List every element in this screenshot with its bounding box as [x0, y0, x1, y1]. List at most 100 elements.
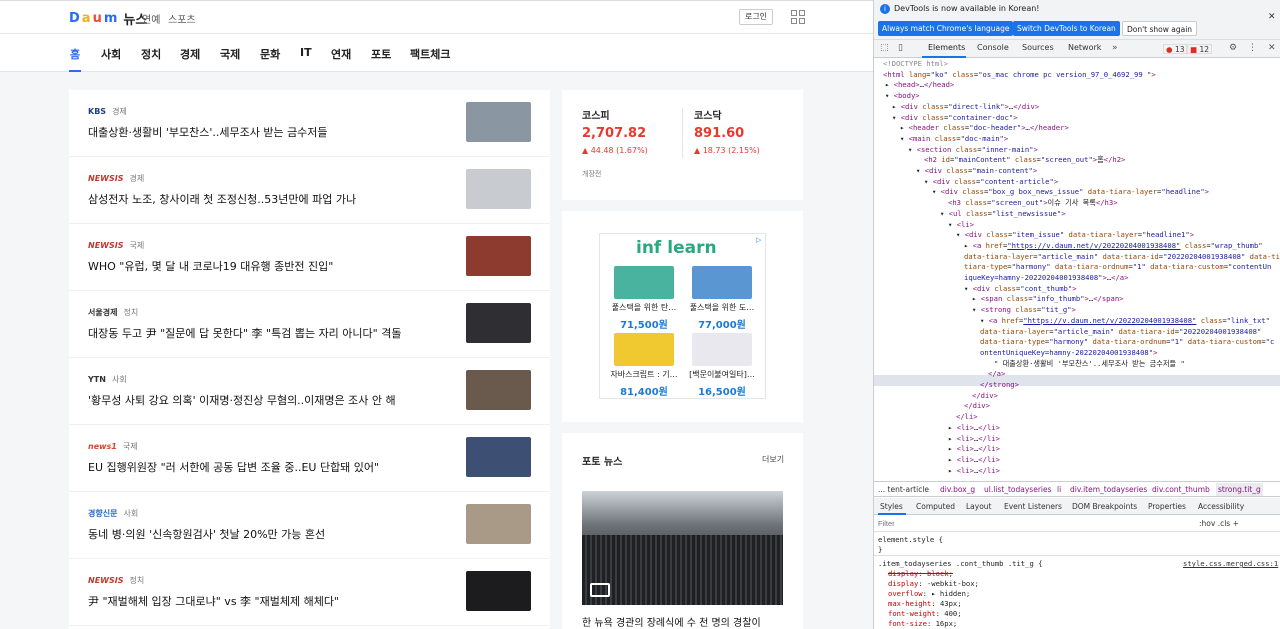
switch-korean-button[interactable]: Switch DevTools to Korean	[1013, 21, 1120, 36]
dom-node[interactable]: ▾ <a href="https://v.daum.net/v/20220204…	[980, 316, 1270, 327]
dom-node[interactable]: ▾ <div class="main-content">	[916, 166, 1037, 177]
news-item[interactable]: NEWSIS 국제 WHO "유럽, 몇 달 내 코로나19 대유행 종반전 진입…	[69, 224, 550, 291]
kosdaq-label[interactable]: 코스닥	[694, 107, 722, 122]
nav-culture[interactable]: 문화	[260, 46, 280, 62]
news-thumbnail[interactable]	[466, 571, 531, 611]
styles-filter-input[interactable]	[878, 519, 1078, 528]
subtab-accessibility[interactable]: Accessibility	[1198, 502, 1244, 511]
news-thumbnail[interactable]	[466, 102, 531, 142]
dom-node[interactable]: ▸ <li>…</li>	[948, 423, 1000, 434]
nav-factcheck[interactable]: 팩트체크	[410, 46, 450, 62]
dom-node[interactable]: data-tiara-layer="article_main" data-tia…	[964, 252, 1280, 263]
news-item[interactable]: news1 국제 EU 집행위원장 "러 서한에 공동 답변 조율 중..EU 단…	[69, 425, 550, 492]
dom-node[interactable]: ▾ <main class="doc-main">	[900, 134, 1008, 145]
news-thumbnail[interactable]	[466, 303, 531, 343]
dom-node[interactable]: ▾ <div class="content-article">	[924, 177, 1058, 188]
dom-node[interactable]: tiara-type="harmony" data-tiara-ordnum="…	[964, 262, 1271, 273]
dom-node[interactable]: </div>	[972, 391, 998, 402]
tab-network[interactable]: Network	[1068, 43, 1101, 52]
css-selector[interactable]: .item_todayseries .cont_thumb .tit_g {	[878, 559, 1042, 569]
dom-node[interactable]: </div>	[964, 401, 990, 412]
crumb[interactable]: ... tent-article	[878, 485, 929, 494]
news-title[interactable]: WHO "유럽, 몇 달 내 코로나19 대유행 종반전 진입"	[88, 258, 333, 274]
subtab-styles[interactable]: Styles	[880, 502, 903, 511]
nav-international[interactable]: 국제	[220, 46, 240, 62]
css-property[interactable]: font-size: 16px;	[888, 619, 957, 629]
close-icon[interactable]: ✕	[1268, 12, 1276, 22]
nav-series[interactable]: 연재	[331, 46, 351, 62]
dom-node[interactable]: ▾ <div class="cont_thumb">	[964, 284, 1077, 295]
nav-society[interactable]: 사회	[101, 46, 121, 62]
inspect-icon[interactable]: ⬚	[880, 43, 889, 53]
css-property[interactable]: display: -webkit-box;	[888, 579, 979, 589]
daum-logo[interactable]: Daum 뉴스	[69, 9, 147, 28]
element-style-rule[interactable]: element.style {	[878, 535, 943, 545]
tab-sources[interactable]: Sources	[1022, 43, 1054, 52]
kebab-menu-icon[interactable]: ⋮	[1248, 43, 1257, 53]
crumb[interactable]: div.box_g	[940, 485, 975, 494]
dom-node[interactable]: <h2 id="mainContent" class="screen_out">…	[924, 155, 1125, 166]
dom-node[interactable]: iqueKey=hamny-20220204001938408">…</a>	[964, 273, 1128, 284]
css-source-link[interactable]: style.css.merged.css:1	[1183, 559, 1278, 569]
dom-node[interactable]: ▸ <span class="info_thumb">…</span>	[972, 294, 1123, 305]
news-item[interactable]: YTN 사회 '황무성 사퇴 강요 의혹' 이재명·정진상 무혐의..이재명은 조…	[69, 358, 550, 425]
dom-node[interactable]: ▾ <strong class="tit_g">	[972, 305, 1076, 316]
ad-choices-icon[interactable]: ▷	[756, 236, 764, 244]
news-item[interactable]: NEWSIS 경제 삼성전자 노조, 창사이래 첫 조정신청..53년만에 파업 …	[69, 157, 550, 224]
dom-node[interactable]: ▸ <div class="direct-link">…</div>	[892, 102, 1039, 113]
dom-node[interactable]: ▾ <section class="inner-main">	[908, 145, 1038, 156]
crumb[interactable]: div.item_todayseries	[1070, 485, 1147, 494]
dom-node[interactable]: ▸ <head>…</head>	[885, 80, 954, 91]
close-devtools-icon[interactable]: ✕	[1268, 43, 1276, 53]
dom-node[interactable]: ▾ <div class="item_issue" data-tiara-lay…	[956, 230, 1194, 241]
ad-item[interactable]: [백문이불여일타]… 16,500원	[684, 333, 760, 398]
news-item[interactable]: 경향신문 사회 동네 병·의원 '신속항원검사' 첫날 20%만 가능 혼선	[69, 492, 550, 559]
subtab-event-listeners[interactable]: Event Listeners	[1004, 502, 1062, 511]
dom-node[interactable]: <h3 class="screen_out">이슈 기사 목록</h3>	[948, 198, 1118, 209]
news-item[interactable]: KBS 경제 대출상환·생활비 '부모찬스'..세무조사 받는 금수저들	[69, 90, 550, 157]
news-thumbnail[interactable]	[466, 236, 531, 276]
error-count-badge[interactable]: ● 13	[1163, 44, 1188, 54]
dom-tree[interactable]: <!DOCTYPE html> <html lang="ko" class="o…	[874, 59, 1280, 480]
news-title[interactable]: 尹 "재벌해체 입장 그대로냐" vs 李 "재벌체제 해체다"	[88, 593, 339, 609]
tab-elements[interactable]: Elements	[928, 43, 965, 52]
dom-node[interactable]: ▸ <a href="https://v.daum.net/v/20220204…	[964, 241, 1263, 252]
dom-node[interactable]: </a>	[988, 369, 1005, 380]
dom-node[interactable]: data-tiara-layer="article_main" data-tia…	[980, 327, 1261, 338]
css-property[interactable]: overflow: ▸ hidden;	[888, 589, 970, 599]
warning-count-badge[interactable]: ■ 12	[1187, 44, 1213, 54]
news-title[interactable]: 삼성전자 노조, 창사이래 첫 조정신청..53년만에 파업 가나	[88, 191, 356, 207]
css-property[interactable]: font-weight: 400;	[888, 609, 962, 619]
news-thumbnail[interactable]	[466, 370, 531, 410]
news-title[interactable]: 대출상환·생활비 '부모찬스'..세무조사 받는 금수저들	[88, 124, 328, 140]
dom-node[interactable]: ▾ <body>	[885, 91, 920, 102]
dom-node[interactable]: data-tiara-type="harmony" data-tiara-ord…	[980, 337, 1274, 348]
nav-economy[interactable]: 경제	[180, 46, 200, 62]
subtab-properties[interactable]: Properties	[1148, 502, 1186, 511]
nav-photo[interactable]: 포토	[371, 46, 391, 62]
ad-item[interactable]: 자바스크립트 : 기… 81,400원	[606, 333, 682, 398]
hov-cls-toggles[interactable]: :hov .cls +	[1199, 519, 1239, 528]
ad-item[interactable]: 풀스택을 위한 탄… 71,500원	[606, 266, 682, 331]
news-item[interactable]: NEWSIS 정치 尹 "재벌해체 입장 그대로냐" vs 李 "재벌체제 해체다…	[69, 559, 550, 626]
top-link-entertainment[interactable]: 연예	[142, 11, 160, 26]
news-title[interactable]: 동네 병·의원 '신속항원검사' 첫날 20%만 가능 혼선	[88, 526, 325, 542]
dom-node[interactable]: ▸ <li>…</li>	[948, 444, 1000, 455]
nav-home[interactable]: 홈	[70, 46, 80, 62]
dom-node[interactable]: <!DOCTYPE html>	[883, 59, 948, 70]
dom-node[interactable]: </strong>	[980, 380, 1019, 391]
dom-node[interactable]: ▾ <div class="box_g box_news_issue" data…	[932, 187, 1209, 198]
news-item[interactable]: 서울경제 정치 대장동 두고 尹 "질문에 답 못한다" 李 "특검 뽑는 자리 …	[69, 291, 550, 358]
more-link[interactable]: 더보기	[762, 454, 784, 465]
dom-node[interactable]: ▸ <li>…</li>	[948, 466, 1000, 477]
dom-node[interactable]: ▸ <header class="doc-header">…</header>	[900, 123, 1069, 134]
dom-node[interactable]: <html lang="ko" class="os_mac chrome pc …	[883, 70, 1156, 81]
dom-node[interactable]: ▾ <ul class="list_newsissue">	[940, 209, 1066, 220]
news-title[interactable]: '황무성 사퇴 강요 의혹' 이재명·정진상 무혐의..이재명은 조사 안 해	[88, 392, 396, 408]
news-thumbnail[interactable]	[466, 504, 531, 544]
news-title[interactable]: EU 집행위원장 "러 서한에 공동 답변 조율 중..EU 단합돼 있어"	[88, 459, 379, 475]
device-toggle-icon[interactable]: ▯	[898, 43, 903, 53]
photo-news-image[interactable]	[582, 491, 783, 605]
crumb[interactable]: li	[1057, 485, 1061, 494]
top-link-sports[interactable]: 스포츠	[168, 11, 196, 26]
